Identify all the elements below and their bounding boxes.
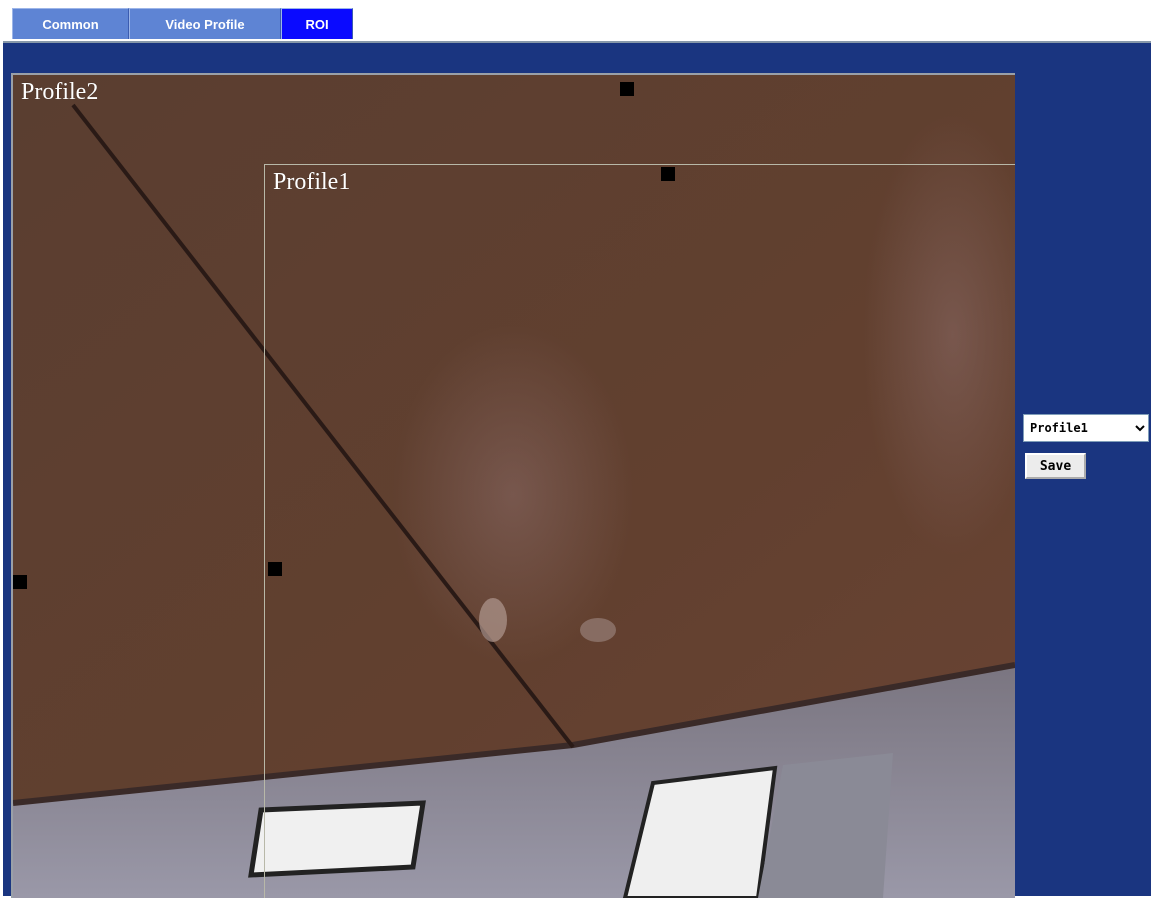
resize-handle[interactable] xyxy=(13,575,27,589)
save-button[interactable]: Save xyxy=(1025,453,1086,479)
profile-select[interactable]: Profile1 xyxy=(1023,414,1149,442)
tab-roi[interactable]: ROI xyxy=(281,8,353,39)
roi-label-profile2: Profile2 xyxy=(21,79,99,105)
roi-panel: Profile2 Profile1 xyxy=(3,43,1151,898)
tab-common[interactable]: Common xyxy=(12,8,129,39)
resize-handle[interactable] xyxy=(620,82,634,96)
roi-profile1[interactable]: Profile1 xyxy=(264,164,1015,898)
tab-bar: Common Video Profile ROI xyxy=(12,8,353,39)
resize-handle[interactable] xyxy=(268,562,282,576)
video-preview[interactable]: Profile2 Profile1 xyxy=(11,73,1015,898)
roi-label-profile1: Profile1 xyxy=(273,169,351,195)
resize-handle[interactable] xyxy=(661,167,675,181)
tab-video-profile[interactable]: Video Profile xyxy=(129,8,281,39)
